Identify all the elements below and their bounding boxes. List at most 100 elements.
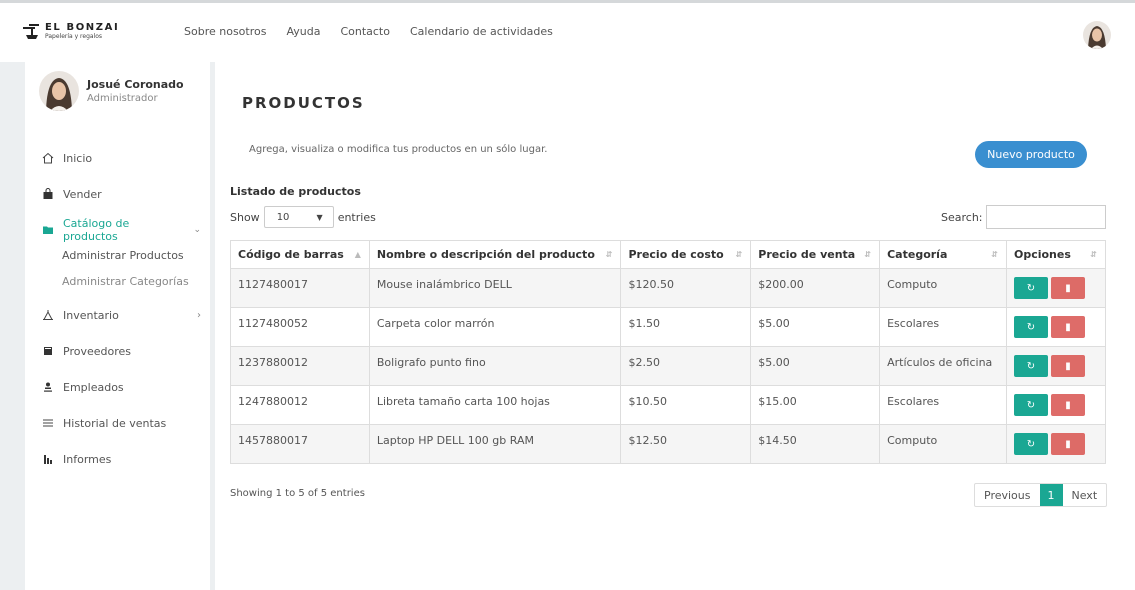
delete-button[interactable]: ▮ bbox=[1050, 433, 1085, 455]
edit-button[interactable]: ↻ bbox=[1013, 316, 1048, 338]
sidebar-item-informes[interactable]: Informes bbox=[41, 441, 201, 477]
history-icon: ↻ bbox=[1026, 438, 1036, 450]
sidebar-item-label: Informes bbox=[63, 452, 112, 466]
edit-button[interactable]: ↻ bbox=[1013, 433, 1048, 455]
cell-name: Libreta tamaño carta 100 hojas bbox=[368, 385, 622, 425]
cell-price: $200.00 bbox=[750, 268, 881, 308]
column-header-name[interactable]: Nombre o descripción del producto ⇵ bbox=[368, 240, 622, 269]
shopping-bag-icon bbox=[41, 188, 55, 200]
table-row: 1457880017 Laptop HP DELL 100 gb RAM $12… bbox=[230, 424, 1107, 464]
cell-barcode: 1457880017 bbox=[230, 424, 370, 464]
top-avatar[interactable] bbox=[1083, 21, 1111, 49]
column-header-barcode[interactable]: Código de barras ▲ bbox=[230, 240, 370, 269]
sidebar-item-label: Inventario bbox=[63, 308, 119, 322]
page-button-1[interactable]: 1 bbox=[1039, 484, 1063, 506]
previous-page-button[interactable]: Previous bbox=[975, 484, 1040, 506]
column-header-price[interactable]: Precio de venta ⇵ bbox=[750, 240, 881, 269]
chevron-down-icon: ⌄ bbox=[193, 225, 201, 235]
search-input[interactable] bbox=[985, 205, 1106, 229]
cell-category: Artículos de oficina bbox=[879, 346, 1007, 386]
history-icon: ↻ bbox=[1026, 360, 1036, 372]
sidebar-item-inventario[interactable]: Inventario › bbox=[41, 297, 201, 333]
table-row: 1127480017 Mouse inalámbrico DELL $120.5… bbox=[230, 268, 1107, 308]
entries-label: entries bbox=[337, 210, 376, 224]
cell-category: Escolares bbox=[879, 307, 1007, 347]
nav-link-help[interactable]: Ayuda bbox=[286, 25, 320, 38]
column-header-category[interactable]: Categoría ⇵ bbox=[879, 240, 1007, 269]
sidebar-item-historial[interactable]: Historial de ventas bbox=[41, 405, 201, 441]
sidebar-item-inicio[interactable]: Inicio bbox=[41, 140, 201, 176]
column-header-options[interactable]: Opciones ⇵ bbox=[1005, 240, 1107, 269]
entries-select[interactable]: 10 ▼ bbox=[263, 206, 334, 228]
table-row: 1237880012 Boligrafo punto fino $2.50 $5… bbox=[230, 346, 1107, 386]
cell-options: ↻ ▮ bbox=[1005, 424, 1107, 464]
history-icon: ↻ bbox=[1026, 399, 1036, 411]
entries-info: Showing 1 to 5 of 5 entries bbox=[230, 488, 365, 499]
home-icon bbox=[41, 152, 55, 164]
cell-category: Computo bbox=[879, 424, 1007, 464]
sidebar-menu: Inicio Vender Catálogo de productos ⌄ Ad… bbox=[41, 140, 201, 477]
trash-icon: ▮ bbox=[1065, 399, 1071, 411]
user-name: Josué Coronado bbox=[87, 78, 184, 91]
bonsai-icon bbox=[23, 24, 39, 39]
edit-button[interactable]: ↻ bbox=[1013, 394, 1048, 416]
delete-button[interactable]: ▮ bbox=[1050, 355, 1085, 377]
nav-link-about[interactable]: Sobre nosotros bbox=[184, 25, 266, 38]
list-icon bbox=[41, 417, 55, 429]
top-nav: Sobre nosotros Ayuda Contacto Calendario… bbox=[184, 25, 553, 38]
nav-link-calendar[interactable]: Calendario de actividades bbox=[410, 25, 553, 38]
submenu-item-productos[interactable]: Administrar Productos bbox=[62, 243, 201, 269]
dropdown-arrow-icon: ▼ bbox=[316, 212, 323, 222]
products-table: Código de barras ▲ Nombre o descripción d… bbox=[230, 240, 1107, 464]
delete-button[interactable]: ▮ bbox=[1050, 394, 1085, 416]
edit-button[interactable]: ↻ bbox=[1013, 355, 1048, 377]
sidebar-item-label: Proveedores bbox=[63, 344, 131, 358]
sidebar-item-label: Inicio bbox=[63, 151, 93, 165]
submenu-item-categorias[interactable]: Administrar Categorías bbox=[62, 269, 201, 295]
cell-cost: $1.50 bbox=[620, 307, 752, 347]
cell-options: ↻ ▮ bbox=[1005, 385, 1107, 425]
new-product-button[interactable]: Nuevo producto bbox=[975, 141, 1087, 168]
folder-icon bbox=[41, 224, 55, 236]
cell-cost: $10.50 bbox=[620, 385, 752, 425]
next-page-button[interactable]: Next bbox=[1063, 484, 1107, 506]
avatar-image bbox=[39, 71, 79, 111]
sidebar-item-proveedores[interactable]: Proveedores bbox=[41, 333, 201, 369]
sidebar-item-empleados[interactable]: Empleados bbox=[41, 369, 201, 405]
avatar-image bbox=[1083, 21, 1111, 49]
avatar[interactable] bbox=[39, 71, 79, 111]
cell-barcode: 1127480052 bbox=[230, 307, 370, 347]
show-label: Show bbox=[230, 210, 260, 224]
sort-icon: ⇵ bbox=[735, 250, 743, 259]
table-header-row: Código de barras ▲ Nombre o descripción d… bbox=[230, 240, 1107, 269]
entries-value: 10 bbox=[276, 211, 290, 223]
cell-options: ↻ ▮ bbox=[1005, 268, 1107, 308]
cell-price: $15.00 bbox=[750, 385, 881, 425]
sidebar-item-vender[interactable]: Vender bbox=[41, 176, 201, 212]
cell-price: $5.00 bbox=[750, 307, 881, 347]
page-title: PRODUCTOS bbox=[242, 94, 365, 112]
cell-cost: $2.50 bbox=[620, 346, 752, 386]
table-row: 1247880012 Libreta tamaño carta 100 hoja… bbox=[230, 385, 1107, 425]
user-profile: Josué Coronado Administrador bbox=[39, 71, 184, 111]
chevron-right-icon: › bbox=[197, 309, 201, 321]
search-label: Search: bbox=[941, 210, 983, 224]
search-control: Search: bbox=[941, 205, 1106, 229]
trash-icon: ▮ bbox=[1065, 438, 1071, 450]
user-role: Administrador bbox=[87, 93, 158, 104]
nav-link-contact[interactable]: Contacto bbox=[340, 25, 390, 38]
list-title: Listado de productos bbox=[230, 185, 361, 198]
cell-options: ↻ ▮ bbox=[1005, 346, 1107, 386]
catalog-submenu: Administrar Productos Administrar Catego… bbox=[41, 243, 201, 295]
delete-button[interactable]: ▮ bbox=[1050, 277, 1085, 299]
brand-logo[interactable]: EL BONZAI Papelería y regalos bbox=[22, 21, 119, 41]
cell-cost: $120.50 bbox=[620, 268, 752, 308]
column-header-cost[interactable]: Precio de costo ⇵ bbox=[620, 240, 752, 269]
cell-options: ↻ ▮ bbox=[1005, 307, 1107, 347]
sort-icon: ▲ bbox=[354, 250, 361, 259]
sidebar-item-label: Empleados bbox=[63, 380, 124, 394]
delete-button[interactable]: ▮ bbox=[1050, 316, 1085, 338]
sort-icon: ⇵ bbox=[991, 250, 998, 259]
trash-icon: ▮ bbox=[1065, 282, 1071, 294]
edit-button[interactable]: ↻ bbox=[1013, 277, 1048, 299]
